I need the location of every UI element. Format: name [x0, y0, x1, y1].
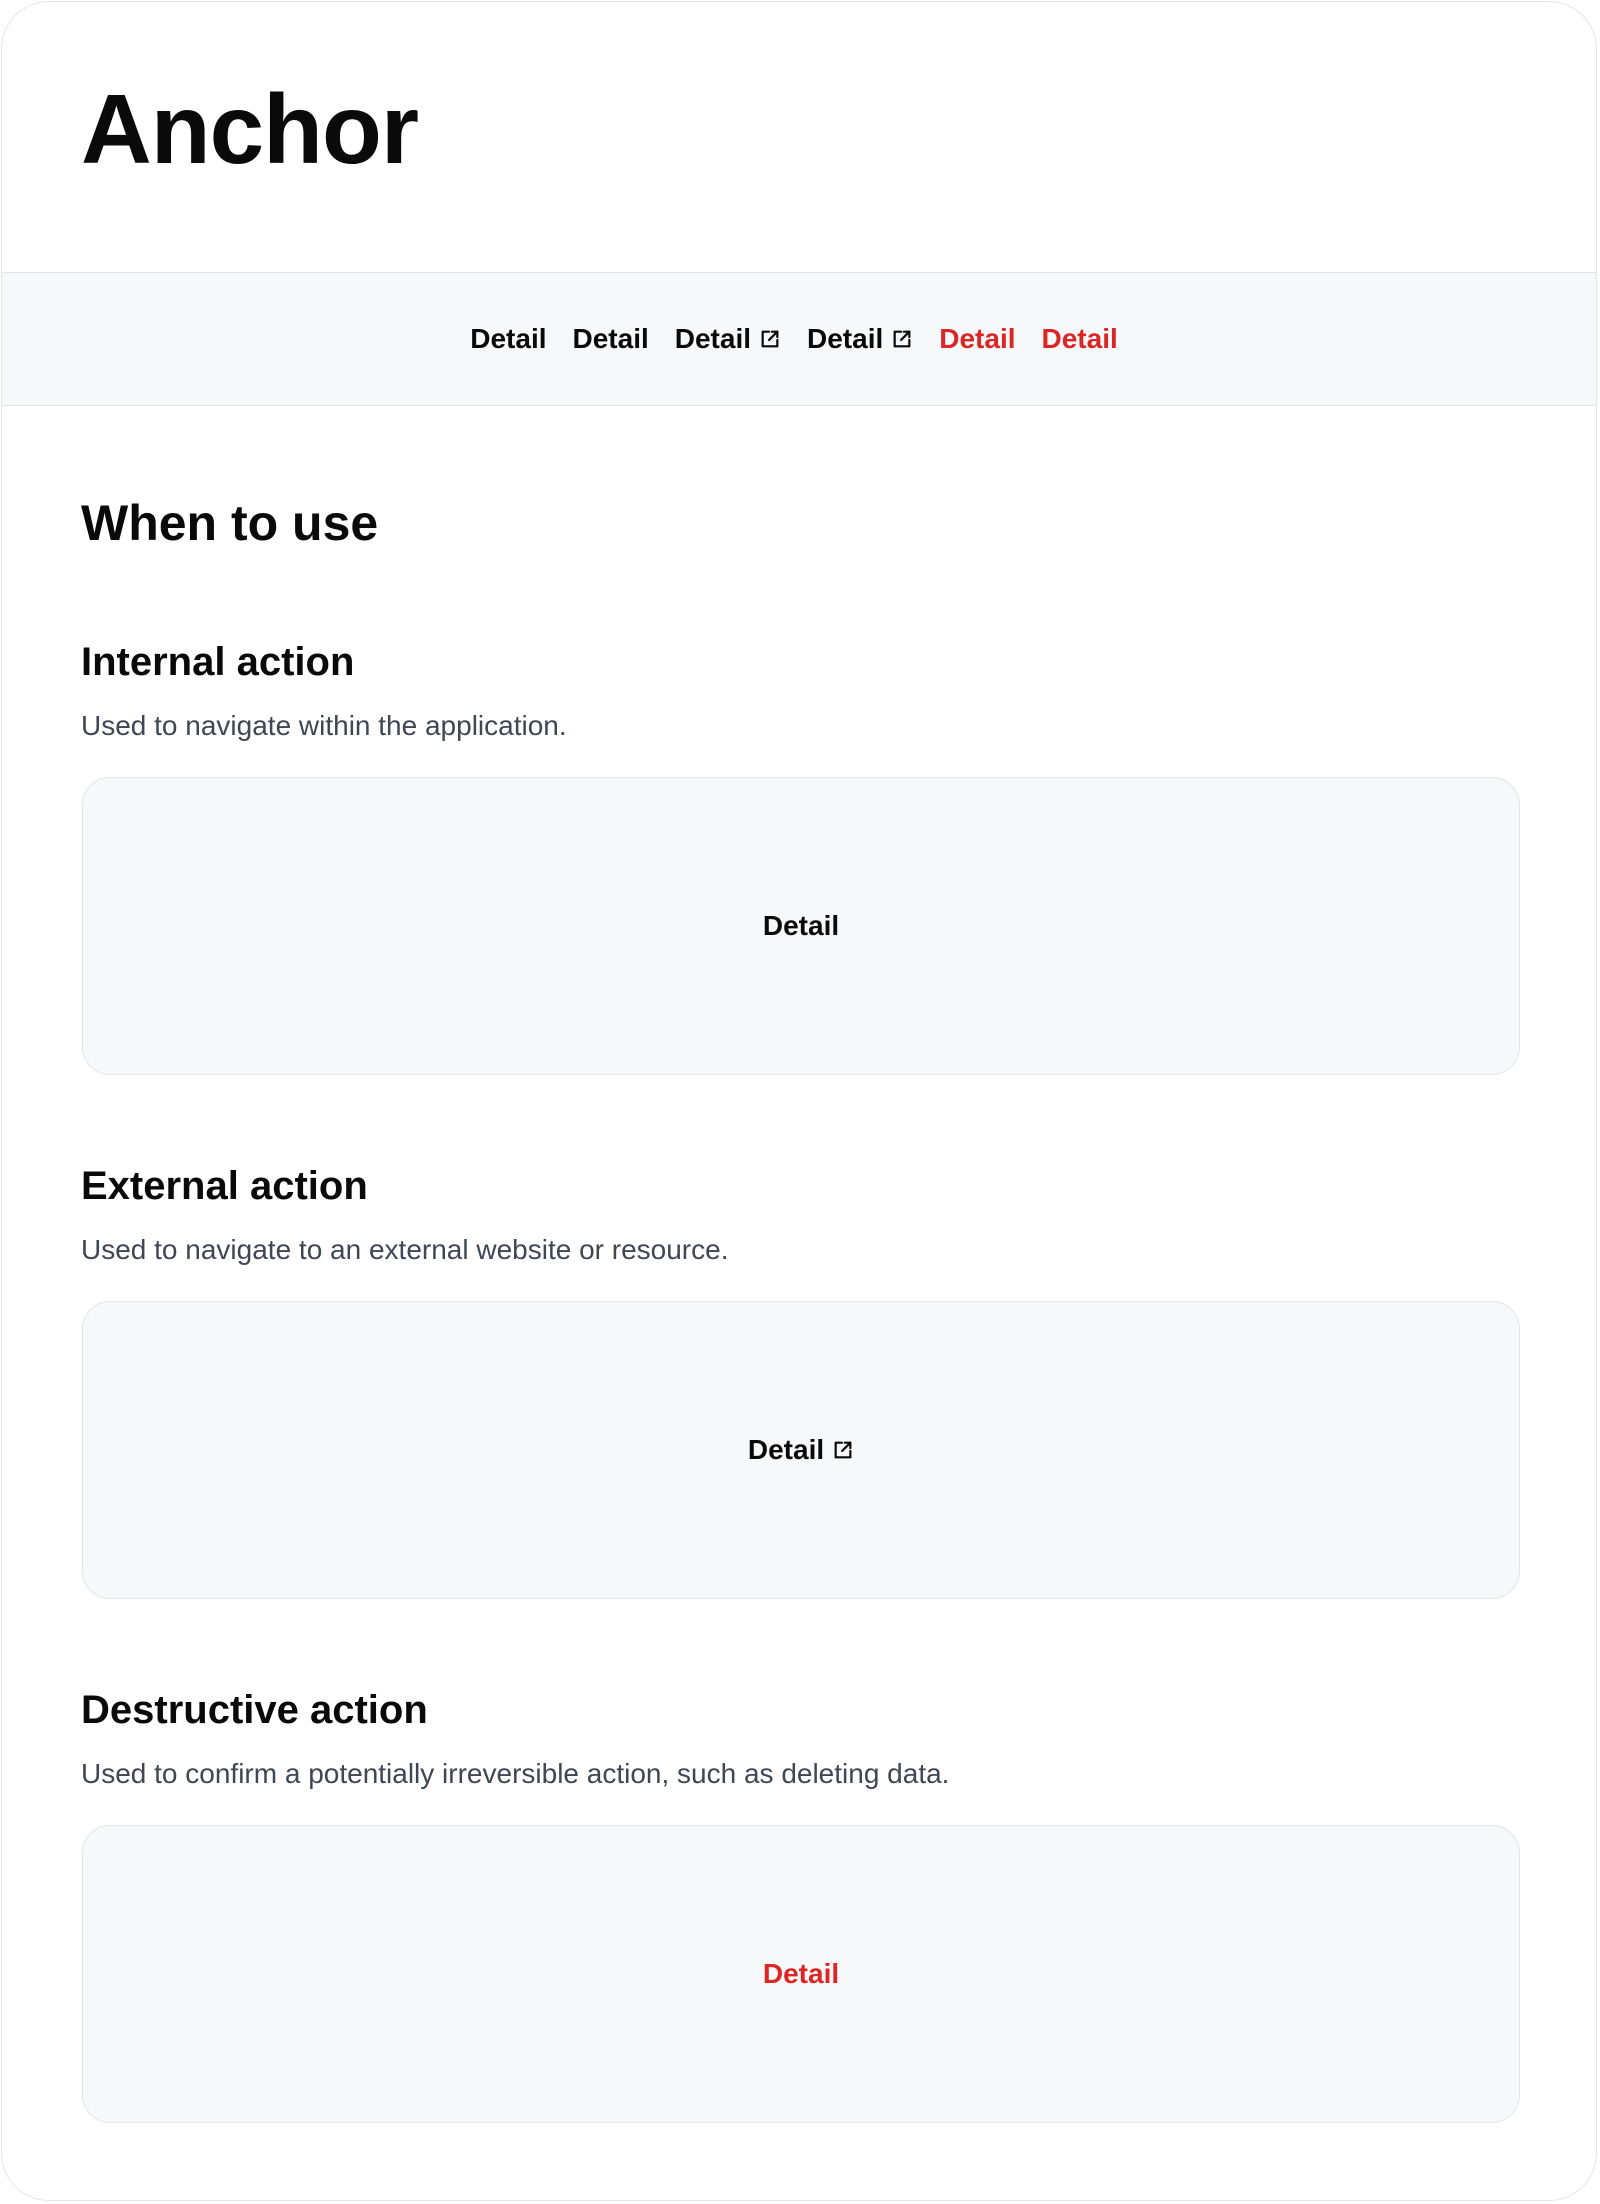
external-action-anchor[interactable]: Detail	[748, 1436, 854, 1464]
anchor-label: Detail	[762, 1958, 840, 1989]
external-link-icon	[893, 330, 911, 348]
external-action-title: External action	[81, 1164, 368, 1208]
anchor-external-2[interactable]: Detail	[807, 325, 913, 353]
destructive-action-description: Used to confirm a potentially irreversib…	[81, 1758, 950, 1789]
external-action-description: Used to navigate to an external website …	[81, 1234, 729, 1265]
anchor-label: Detail	[939, 323, 1016, 354]
external-link-icon	[761, 330, 779, 348]
anchor-destructive-2[interactable]: Detail	[1042, 325, 1118, 353]
anchor-label: Detail	[674, 323, 751, 354]
destructive-action-title: Destructive action	[81, 1688, 428, 1732]
anchor-destructive-1[interactable]: Detail	[939, 325, 1015, 353]
anchor-preview-strip: Detail Detail Detail Detail Detail Detai…	[2, 273, 1596, 406]
destructive-action-demo-panel: Detail	[82, 1825, 1520, 2123]
anchor-external-1[interactable]: Detail	[675, 325, 781, 353]
internal-action-anchor[interactable]: Detail	[763, 912, 839, 940]
anchor-label: Detail	[1041, 323, 1118, 354]
external-link-icon	[834, 1441, 852, 1459]
when-to-use-heading: When to use	[81, 495, 379, 551]
internal-action-title: Internal action	[81, 640, 355, 684]
anchor-label: Detail	[470, 323, 547, 354]
anchor-label: Detail	[762, 910, 840, 941]
external-action-demo-panel: Detail	[82, 1301, 1520, 1599]
anchor-internal-2[interactable]: Detail	[573, 325, 649, 353]
internal-action-demo-panel: Detail	[82, 777, 1520, 1075]
anchor-label: Detail	[807, 323, 884, 354]
page-title: Anchor	[81, 74, 419, 184]
anchor-label: Detail	[572, 323, 649, 354]
internal-action-description: Used to navigate within the application.	[81, 710, 567, 741]
page-header: Anchor	[2, 2, 1596, 273]
anchor-label: Detail	[747, 1434, 825, 1465]
destructive-action-anchor[interactable]: Detail	[763, 1960, 839, 1988]
anchor-internal-1[interactable]: Detail	[470, 325, 546, 353]
page-frame: Anchor Detail Detail Detail Detail Detai…	[1, 1, 1597, 2201]
